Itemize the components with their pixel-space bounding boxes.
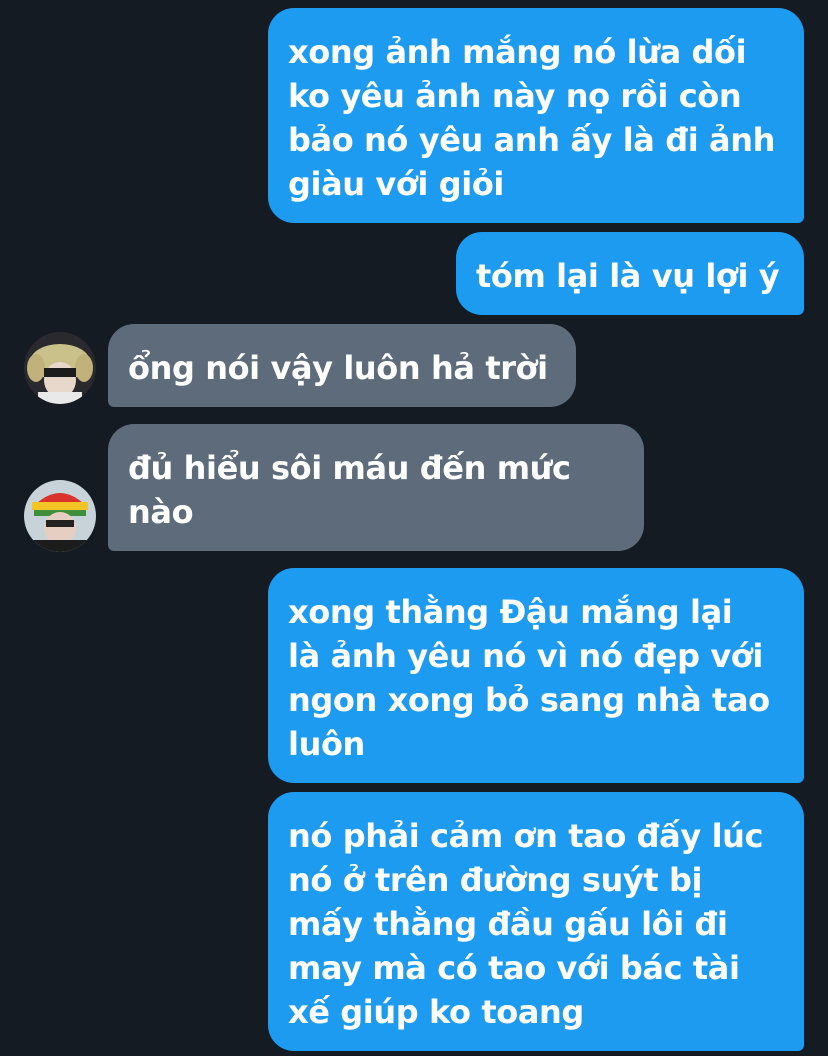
message-text-line: nó ở trên đường suýt bị: [288, 861, 703, 899]
message-text-line: giàu với giỏi: [288, 165, 504, 203]
message-text-line: xế giúp ko toang: [288, 993, 584, 1031]
user-avatar-icon: [24, 332, 96, 404]
message-text-line: xong ảnh mắng nó lừa dối: [288, 33, 747, 71]
message-bubble-sent[interactable]: nó phải cảm ơn tao đấy lúc nó ở trên đườ…: [268, 792, 804, 1051]
message-bubble-sent[interactable]: xong ảnh mắng nó lừa dối ko yêu ảnh này …: [268, 8, 804, 223]
message-text-line: mấy thằng đầu gấu lôi đi: [288, 905, 728, 943]
sender-avatar[interactable]: [24, 480, 96, 552]
user-avatar-icon: [24, 480, 96, 552]
message-text-line: luôn: [288, 725, 365, 763]
message-text-line: bảo nó yêu anh ấy là đi ảnh: [288, 121, 775, 159]
message-text-line: ko yêu ảnh này nọ rồi còn: [288, 77, 742, 115]
message-text-line: tóm lại là vụ lợi ý: [476, 257, 780, 295]
message-text-line: nó phải cảm ơn tao đấy lúc: [288, 817, 764, 855]
sender-avatar[interactable]: [24, 332, 96, 404]
message-text-line: đủ hiểu sôi máu đến mức: [128, 449, 571, 487]
message-text-line: ngon xong bỏ sang nhà tao: [288, 681, 770, 719]
message-text-line: xong thằng Đậu mắng lại: [288, 593, 733, 631]
message-text-line: là ảnh yêu nó vì nó đẹp với: [288, 637, 763, 675]
message-bubble-received[interactable]: ổng nói vậy luôn hả trời: [108, 324, 576, 407]
message-text-line: ổng nói vậy luôn hả trời: [128, 349, 548, 387]
message-bubble-received[interactable]: đủ hiểu sôi máu đến mức nào: [108, 424, 644, 551]
message-bubble-sent[interactable]: xong thằng Đậu mắng lại là ảnh yêu nó vì…: [268, 568, 804, 783]
message-bubble-sent[interactable]: tóm lại là vụ lợi ý: [456, 232, 804, 315]
message-text-line: nào: [128, 493, 194, 531]
message-text-line: may mà có tao với bác tài: [288, 949, 740, 987]
